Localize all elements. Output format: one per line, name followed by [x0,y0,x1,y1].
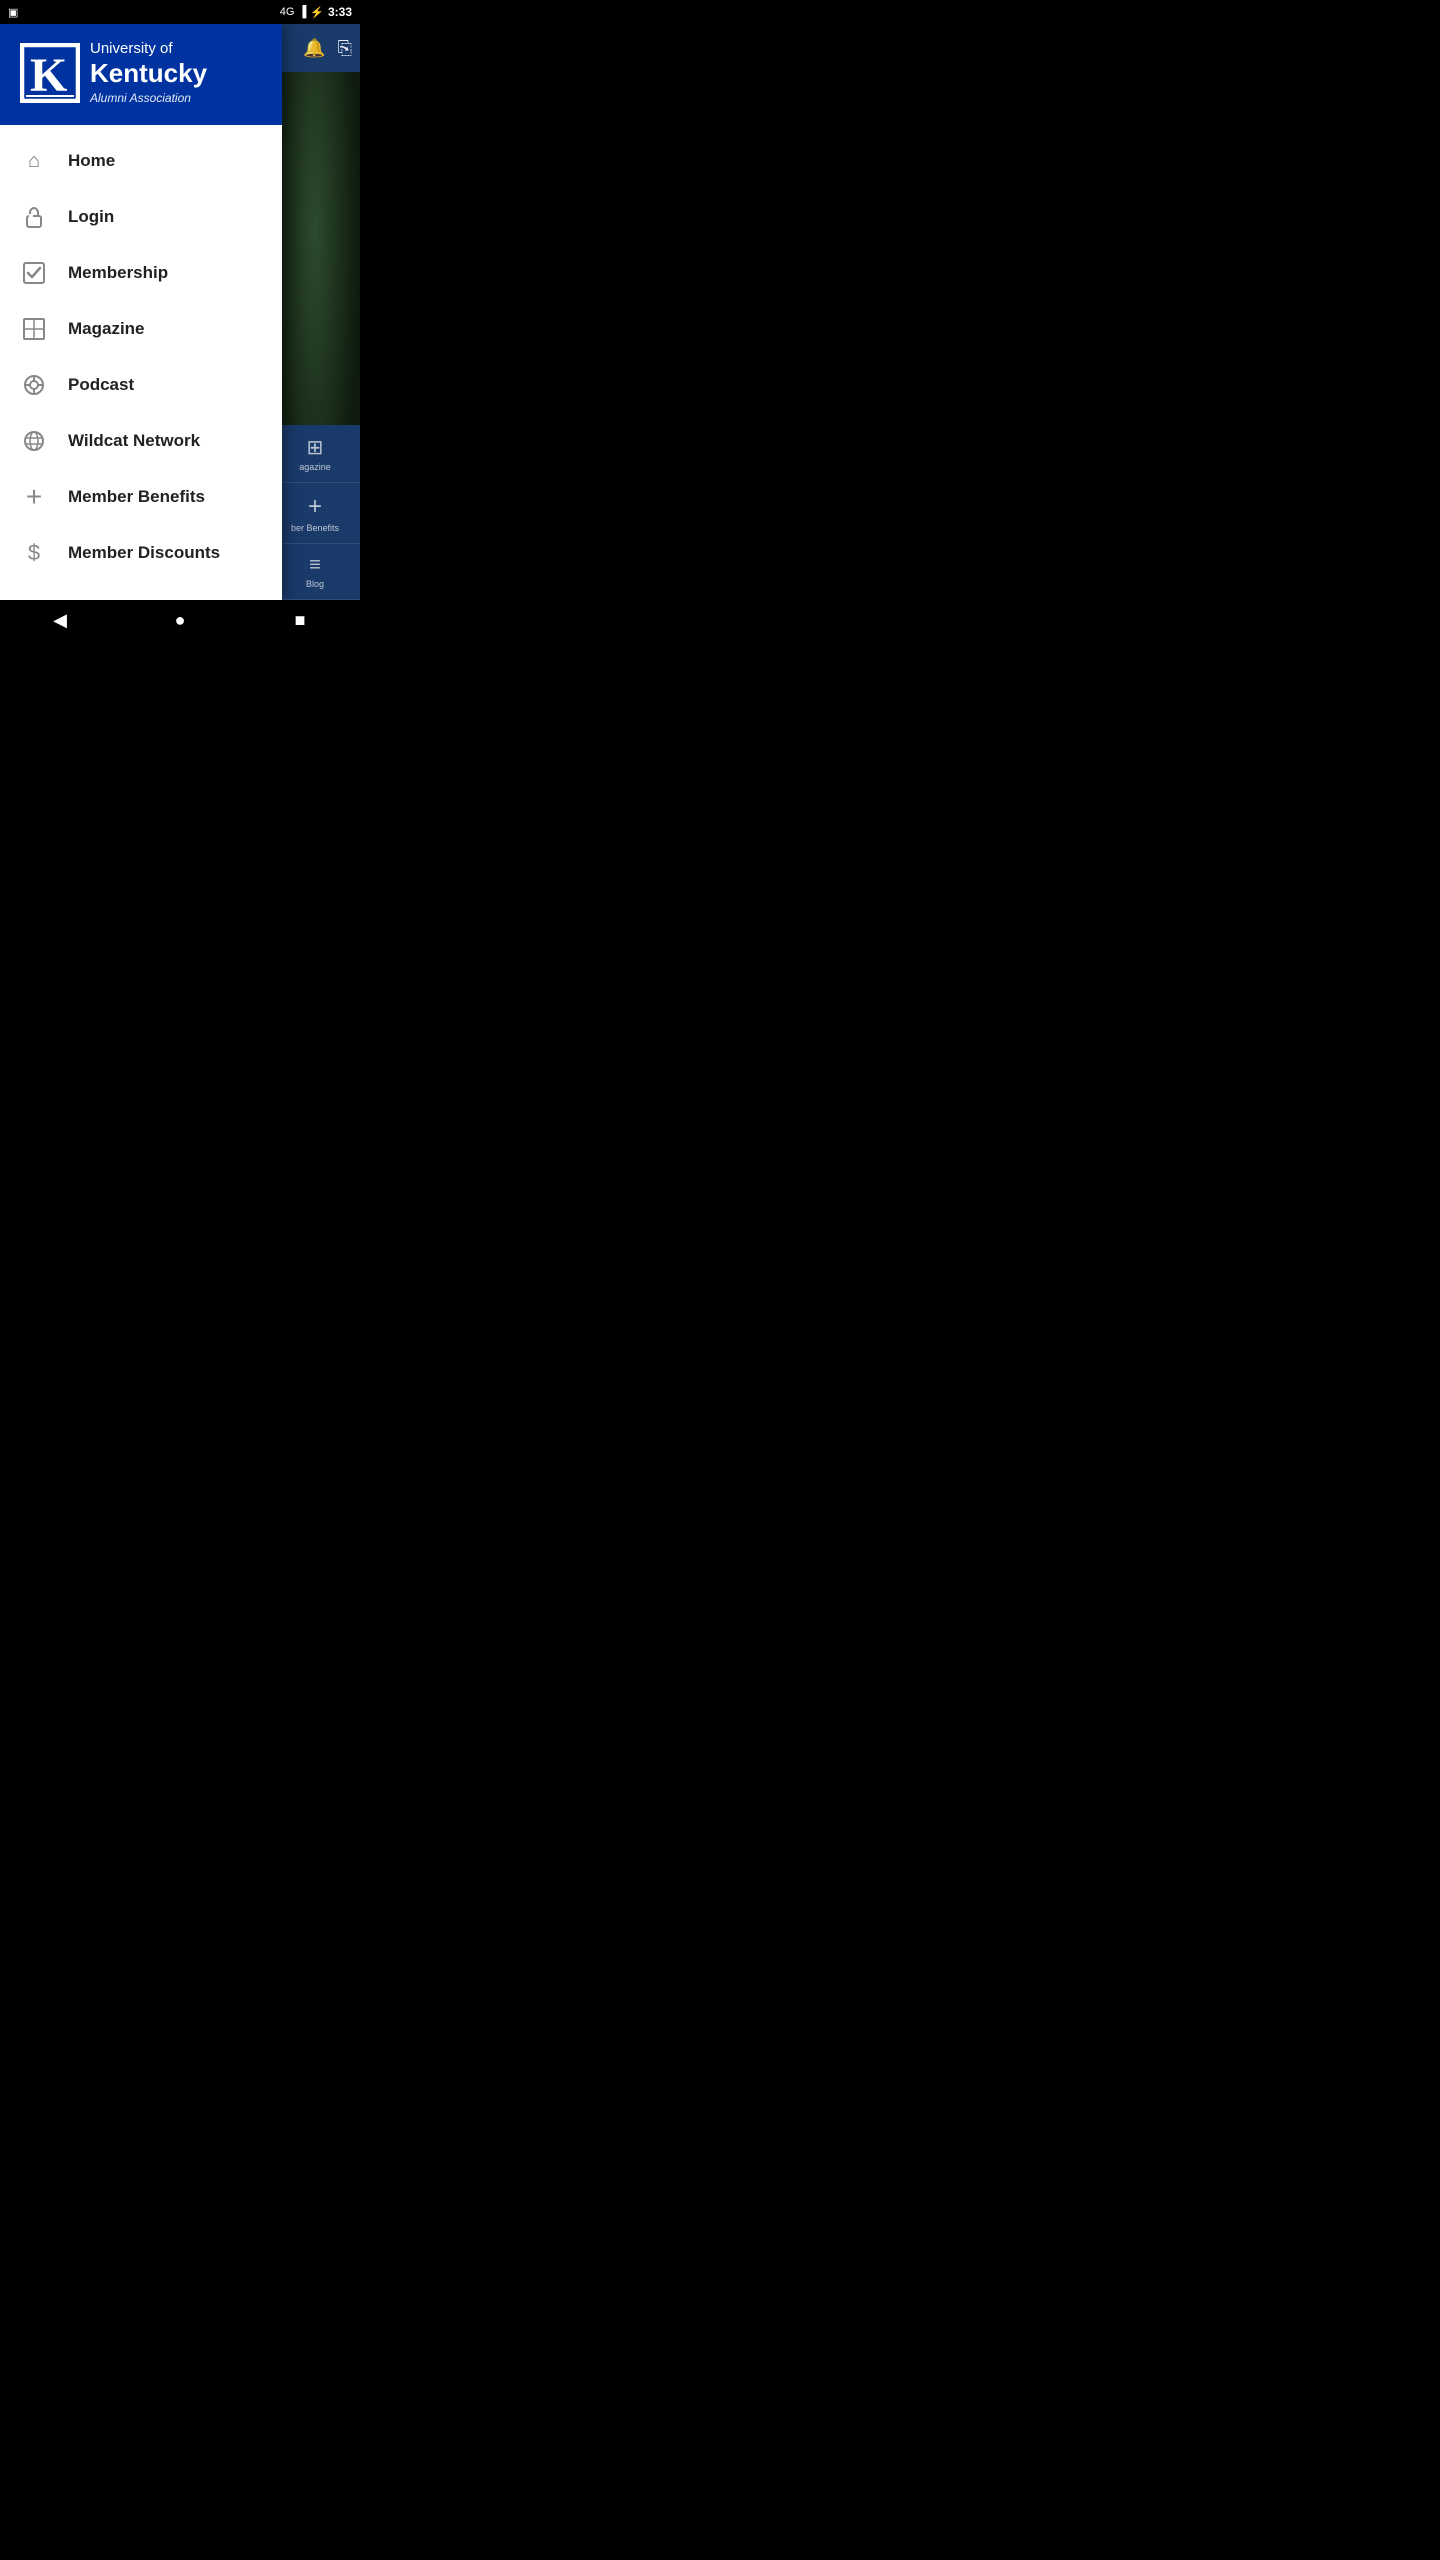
nav-item-club-derby[interactable]: Club Derby Parties [0,581,282,600]
nav-item-home[interactable]: Home [0,133,282,189]
drawer-header: K University of Kentucky Alumni Associat… [0,24,282,125]
member-benefits-label: Member Benefits [68,487,205,507]
home-button[interactable]: ● [160,600,200,640]
magazine-label: Magazine [68,319,145,339]
blog-nav-label: Blog [306,579,324,589]
magazine-nav-label: agazine [299,462,331,472]
benefits-nav-label: ber Benefits [291,523,339,533]
battery-icon: ⚡ [310,6,324,19]
university-line: University of Kentucky [90,40,207,89]
signal-icon: 4G [280,6,295,18]
member-discounts-label: Member Discounts [68,543,220,563]
nav-item-login[interactable]: Login [0,189,282,245]
status-icons: 4G ▐ ⚡ 3:33 [280,5,352,19]
check-icon [20,259,48,287]
login-label: Login [68,207,114,227]
uk-text-block: University of Kentucky Alumni Associatio… [90,40,207,105]
home-label: Home [68,151,115,171]
sd-icon: ▣ [8,6,18,19]
membership-label: Membership [68,263,168,283]
right-nav-blog[interactable]: ≡ Blog [270,544,360,600]
uk-k-logo: K [20,43,80,103]
notification-icon[interactable]: 🔔 [303,38,325,59]
time-display: 3:33 [328,5,352,19]
nav-item-podcast[interactable]: Podcast [0,357,282,413]
back-button[interactable]: ◀ [40,600,80,640]
association-subtitle: Alumni Association [90,91,207,105]
right-nav-magazine[interactable]: ⊞ agazine [270,425,360,483]
magazine-icon [20,315,48,343]
uk-logo: K University of Kentucky Alumni Associat… [20,40,262,105]
globe-icon [20,427,48,455]
university-name: Kentucky [90,58,207,89]
status-left: ▣ [8,6,18,19]
nav-item-member-discounts[interactable]: $ Member Discounts [0,525,282,581]
nav-item-wildcat-network[interactable]: Wildcat Network [0,413,282,469]
benefits-nav-icon: + [308,493,322,521]
magazine-nav-icon: ⊞ [307,435,324,460]
blog-nav-icon: ≡ [309,554,321,577]
uk-logo-svg: K [22,45,78,101]
navigation-drawer: K University of Kentucky Alumni Associat… [0,24,282,600]
plus-icon: + [20,483,48,511]
drawer-nav-list: Home Login Membership [0,125,282,600]
podcast-icon [20,371,48,399]
right-nav-benefits[interactable]: + ber Benefits [270,483,360,544]
nav-item-magazine[interactable]: Magazine [0,301,282,357]
wildcat-network-label: Wildcat Network [68,431,200,451]
home-icon [20,147,48,175]
podcast-label: Podcast [68,375,134,395]
right-bottom-nav: ⊞ agazine + ber Benefits ≡ Blog [270,425,360,600]
dollar-icon: $ [20,539,48,567]
nav-item-membership[interactable]: Membership [0,245,282,301]
lock-icon [20,203,48,231]
signal-bars: ▐ [298,6,306,18]
recent-apps-button[interactable]: ■ [280,600,320,640]
bottom-navigation: ◀ ● ■ [0,600,360,640]
status-bar: ▣ 4G ▐ ⚡ 3:33 [0,0,360,24]
nav-item-member-benefits[interactable]: + Member Benefits [0,469,282,525]
share-icon[interactable]: ⎘ [338,38,352,59]
right-header: 🔔 ⎘ [270,24,360,72]
svg-text:K: K [30,49,67,101]
